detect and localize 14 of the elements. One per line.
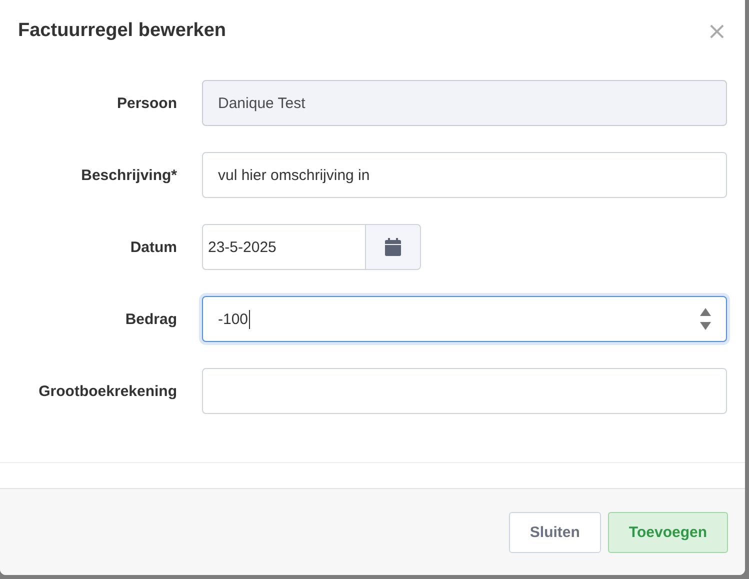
field-label: Datum [129, 238, 177, 256]
close-dialog-button[interactable]: Sluiten [508, 512, 601, 552]
text-field[interactable] [202, 368, 727, 414]
number-field[interactable]: -100 [202, 296, 727, 342]
field-label: Beschrijving* [80, 166, 177, 184]
field-label: Bedrag [124, 310, 177, 328]
text-field[interactable]: vul hier omschrijving in [202, 152, 727, 198]
field-label: Persoon [116, 94, 177, 112]
calendar-icon [385, 238, 401, 256]
date-field[interactable]: 23-5-2025 [202, 224, 366, 270]
dialog-title: Factuurregel bewerken [18, 20, 226, 42]
field-label: Grootboekrekening [38, 382, 177, 400]
spinner-icon[interactable] [700, 308, 711, 330]
calendar-button[interactable] [366, 224, 421, 270]
